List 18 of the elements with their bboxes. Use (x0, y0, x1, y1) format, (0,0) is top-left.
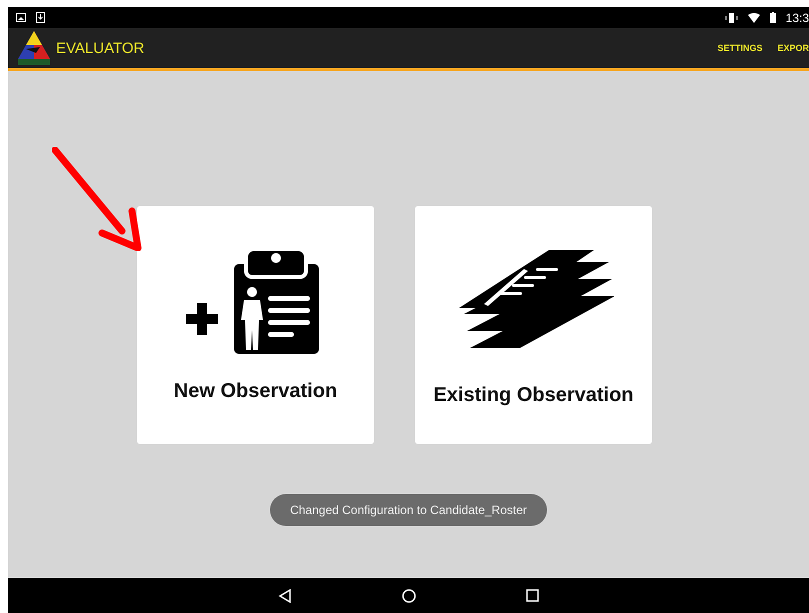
app-title: EVALUATOR (56, 40, 144, 56)
observation-card[interactable]: New Observation (137, 206, 374, 444)
observation-card[interactable]: Existing Observation (415, 206, 652, 444)
menu-action[interactable]: SETTINGS (717, 43, 762, 53)
status-time: 13:3 (786, 10, 809, 24)
card-label: Existing Observation (433, 384, 634, 407)
home-icon[interactable] (402, 588, 416, 602)
back-icon[interactable] (278, 588, 292, 602)
recents-icon[interactable] (526, 589, 539, 602)
logo-icon (18, 31, 50, 65)
vibrate-icon (724, 12, 738, 22)
wifi-icon (748, 12, 760, 22)
toast-message: Changed Configuration to Candidate_Roster (270, 494, 547, 526)
menu-action[interactable]: EXPOR (777, 43, 809, 53)
download-icon (36, 12, 45, 23)
card-label: New Observation (174, 380, 338, 403)
image-icon (16, 13, 26, 22)
battery-icon (770, 12, 776, 23)
